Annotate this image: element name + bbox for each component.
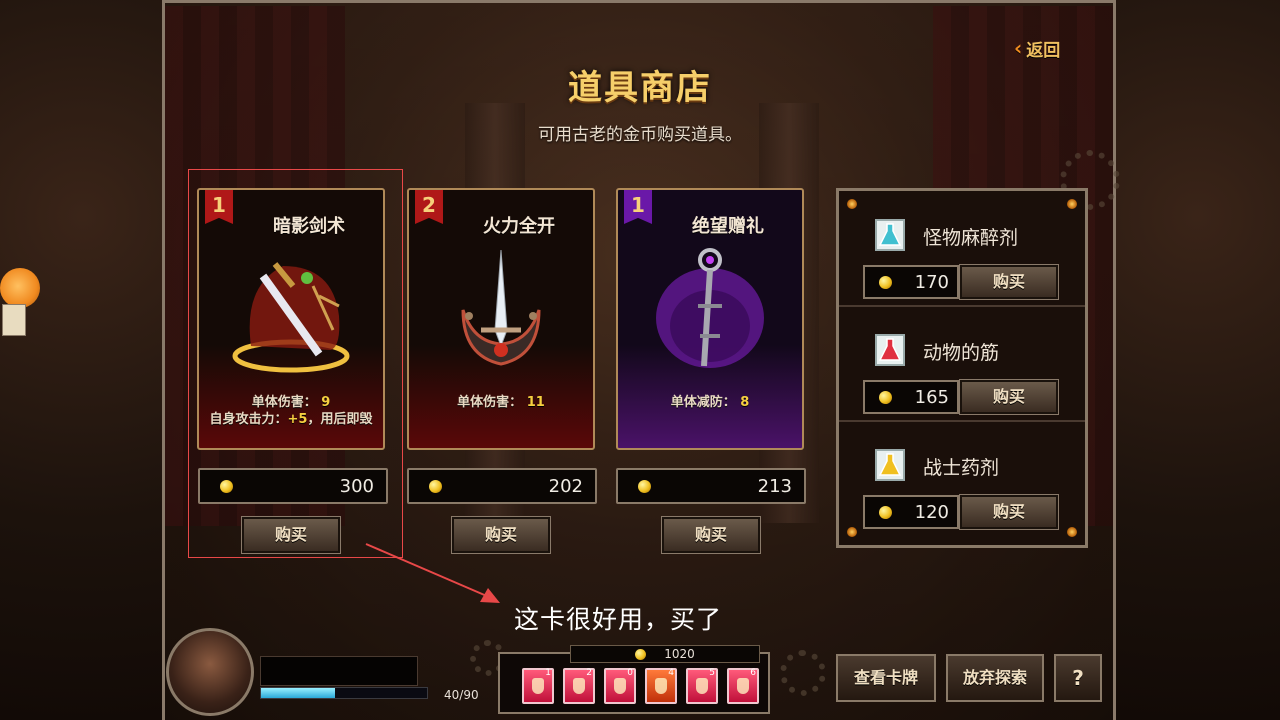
card-slot[interactable]: 6 — [727, 668, 759, 704]
note-icon — [2, 304, 26, 336]
slot-number: 2 — [586, 668, 592, 678]
slot-number: 5 — [709, 668, 715, 678]
card-slot[interactable]: 1 — [522, 668, 554, 704]
give-up-button[interactable]: 放弃探索 — [946, 654, 1044, 702]
rank-badge: 2 — [415, 190, 443, 224]
card-slot[interactable]: 0 — [604, 668, 636, 704]
buy-button[interactable]: 购买 — [959, 494, 1059, 530]
potion-price: 165 — [863, 380, 959, 414]
coin-icon — [429, 479, 442, 493]
card-name: 火力全开 — [483, 216, 555, 237]
desc-value: 8 — [740, 395, 750, 410]
flask-icon — [737, 678, 749, 694]
potion-icon — [875, 449, 905, 481]
despair-staff-icon — [642, 246, 778, 376]
flask-icon — [655, 678, 667, 694]
buy-button[interactable]: 购买 — [959, 264, 1059, 300]
card-price: 202 — [407, 468, 597, 504]
annotation-arrow-icon — [365, 543, 500, 603]
back-label: 返回 — [1026, 40, 1061, 61]
gold-counter: 1020 — [570, 645, 760, 663]
potion-item: 战士药剂 120 购买 — [839, 425, 1085, 537]
player-name-box — [260, 656, 418, 686]
card-description: 单体减防： 8 — [618, 394, 802, 411]
desc-label: 单体减防： — [670, 395, 736, 410]
slot-number: 0 — [627, 668, 633, 678]
potion-price: 170 — [863, 265, 959, 299]
hp-bar — [260, 687, 428, 699]
rank-badge: 1 — [624, 190, 652, 224]
highlight-box — [188, 169, 403, 558]
flask-icon — [532, 678, 544, 694]
coin-icon — [879, 390, 892, 404]
back-button[interactable]: ‹ 返回 — [1014, 36, 1061, 61]
item-card-despair-gift[interactable]: 1 绝望赠礼 单体减防： 8 — [616, 188, 804, 450]
fire-blade-icon — [433, 246, 569, 376]
flask-icon — [696, 678, 708, 694]
card-slot[interactable]: 5 — [686, 668, 718, 704]
desc-label: 单体伤害： — [457, 395, 523, 410]
price-value: 120 — [914, 501, 949, 523]
slot-number: 1 — [545, 668, 551, 678]
chevron-left-icon: ‹ — [1014, 36, 1023, 60]
price-value: 170 — [914, 271, 949, 293]
hp-text: 40/90 — [444, 688, 479, 702]
card-slot[interactable]: 4 — [645, 668, 677, 704]
gold-value: 1020 — [664, 647, 695, 661]
item-card-full-fire[interactable]: 2 火力全开 单体伤害： 11 — [407, 188, 595, 450]
gear-icon — [780, 650, 826, 696]
buy-button[interactable]: 购买 — [959, 379, 1059, 415]
card-description: 单体伤害： 11 — [409, 394, 593, 411]
potion-item: 动物的筋 165 购买 — [839, 310, 1085, 422]
potion-icon — [875, 334, 905, 366]
mascot-icon[interactable] — [0, 268, 40, 308]
coin-icon — [635, 648, 647, 660]
help-button[interactable]: ? — [1054, 654, 1102, 702]
card-name: 绝望赠礼 — [692, 216, 764, 237]
annotation-text: 这卡很好用，买了 — [514, 605, 723, 634]
potion-shop-panel: 怪物麻醉剂 170 购买 动物的筋 165 购买 战士药剂 120 购买 — [836, 188, 1088, 548]
hp-fill — [261, 688, 335, 698]
potion-item: 怪物麻醉剂 170 购买 — [839, 195, 1085, 307]
price-value: 213 — [757, 475, 792, 497]
flask-icon — [614, 678, 626, 694]
page-subtitle: 可用古老的金币购买道具。 — [538, 125, 742, 145]
coin-icon — [879, 505, 892, 519]
card-price: 213 — [616, 468, 806, 504]
price-value: 165 — [914, 386, 949, 408]
card-slot[interactable]: 2 — [563, 668, 595, 704]
potion-name: 战士药剂 — [923, 457, 1000, 479]
price-value: 202 — [548, 475, 583, 497]
slot-number: 4 — [668, 668, 674, 678]
potion-name: 动物的筋 — [923, 342, 1000, 364]
flask-icon — [573, 678, 585, 694]
player-avatar[interactable] — [166, 628, 254, 716]
potion-price: 120 — [863, 495, 959, 529]
desc-value: 11 — [526, 395, 545, 410]
coin-icon — [879, 275, 892, 289]
potion-icon — [875, 219, 905, 251]
page-title: 道具商店 — [568, 68, 712, 108]
slot-number: 6 — [750, 668, 756, 678]
view-cards-button[interactable]: 查看卡牌 — [836, 654, 936, 702]
potion-name: 怪物麻醉剂 — [923, 227, 1019, 249]
buy-button[interactable]: 购买 — [661, 516, 761, 554]
coin-icon — [638, 479, 651, 493]
